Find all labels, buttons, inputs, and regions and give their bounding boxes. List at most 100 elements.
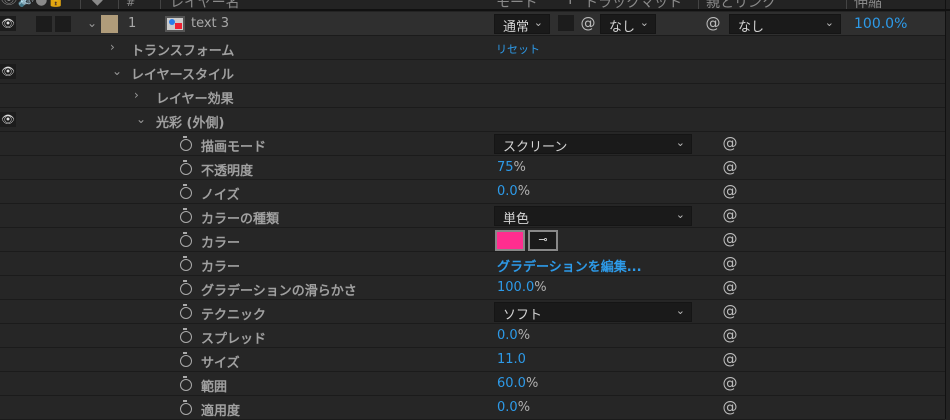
pickwhip-icon[interactable]: @ <box>722 207 738 223</box>
stopwatch-icon[interactable] <box>178 280 192 295</box>
property-value[interactable]: 11.0 <box>497 352 526 367</box>
property-dropdown[interactable]: 単色 ⌄ <box>494 206 692 227</box>
property-row: カラー グラデーションを編集... @ <box>0 252 945 276</box>
track-matte-dropdown[interactable]: なし ⌄ <box>600 14 656 35</box>
visibility-eye-icon[interactable]: 👁 <box>0 64 16 79</box>
visibility-eye-icon[interactable]: 👁 <box>0 16 16 31</box>
property-label: グラデーションの滑らかさ <box>201 284 357 299</box>
precomp-icon <box>165 16 185 32</box>
property-label: 適用度 <box>201 404 241 419</box>
property-label: 不透明度 <box>201 164 254 179</box>
av-switch-icons: 👁🔊●🔒 <box>0 0 65 8</box>
property-label: カラー <box>201 236 241 251</box>
track-matte-pickwhip-icon[interactable]: @ <box>580 15 596 31</box>
pickwhip-icon[interactable]: @ <box>722 255 738 271</box>
visibility-eye-icon[interactable]: 👁 <box>0 112 16 127</box>
property-label: 範囲 <box>201 380 228 395</box>
layer-row[interactable]: 👁 ⌄ 1 text 3 通常 ⌄ @ なし ⌄ @ なし ⌄ 100.0% <box>0 12 945 36</box>
stopwatch-icon[interactable] <box>178 184 192 199</box>
pickwhip-icon[interactable]: @ <box>722 303 738 319</box>
chevron-right-icon[interactable]: › <box>134 88 139 102</box>
property-row: カラーの種類 単色 ⌄ @ <box>0 204 945 228</box>
property-dropdown[interactable]: スクリーン ⌄ <box>494 134 692 155</box>
property-value[interactable]: 100.0% <box>497 280 547 295</box>
stopwatch-icon[interactable] <box>178 400 192 415</box>
property-row: 適用度 0.0% @ <box>0 396 945 420</box>
layer-style-row[interactable]: 👁 ⌄ レイヤースタイル <box>0 60 945 84</box>
chevron-right-icon[interactable]: › <box>110 40 115 54</box>
parent-pickwhip-icon[interactable]: @ <box>705 15 721 31</box>
pickwhip-icon[interactable]: @ <box>722 327 738 343</box>
header-number[interactable]: # <box>126 0 135 9</box>
pickwhip-icon[interactable]: @ <box>722 399 738 415</box>
chevron-down-icon[interactable]: ⌄ <box>112 64 122 78</box>
stopwatch-icon[interactable] <box>178 376 192 391</box>
property-row: スプレッド 0.0% @ <box>0 324 945 348</box>
chevron-down-icon[interactable]: ⌄ <box>136 112 146 126</box>
reset-link[interactable]: リセット <box>496 41 540 57</box>
layer-name[interactable]: text 3 <box>191 16 229 31</box>
preserve-transparency-checkbox[interactable] <box>558 15 574 31</box>
property-value[interactable]: 75% <box>497 160 526 175</box>
stopwatch-icon[interactable] <box>178 208 192 223</box>
eyedropper-icon[interactable]: ⊸ <box>528 230 558 251</box>
outer-glow-label: 光彩 (外側) <box>156 116 225 131</box>
property-label: ノイズ <box>201 188 240 203</box>
chevron-down-icon[interactable]: ⌄ <box>87 16 97 30</box>
panel-divider <box>945 0 946 419</box>
property-row: サイズ 11.0 @ <box>0 348 945 372</box>
edit-gradient-link[interactable]: グラデーションを編集... <box>497 256 642 275</box>
solo-switch[interactable] <box>36 16 52 32</box>
property-value[interactable]: 60.0% <box>497 376 538 391</box>
color-swatch[interactable] <box>495 230 525 251</box>
header-mode[interactable]: モード <box>496 0 538 9</box>
header-t[interactable]: T <box>566 0 575 8</box>
label-color-swatch[interactable] <box>101 15 118 33</box>
property-label: テクニック <box>201 308 267 323</box>
transform-label: トランスフォーム <box>131 44 235 59</box>
property-value[interactable]: 0.0% <box>497 400 530 415</box>
stopwatch-icon[interactable] <box>178 352 192 367</box>
lock-switch[interactable] <box>55 16 71 32</box>
stopwatch-icon[interactable] <box>178 304 192 319</box>
outer-glow-row[interactable]: 👁 ⌄ 光彩 (外側) <box>0 108 945 132</box>
layer-effect-row[interactable]: › レイヤー効果 <box>0 84 945 108</box>
property-row: ノイズ 0.0% @ <box>0 180 945 204</box>
property-label: 描画モード <box>201 140 267 155</box>
property-row: カラー ⊸ @ <box>0 228 945 252</box>
header-layer-name[interactable]: レイヤー名 <box>170 0 240 9</box>
property-row: 範囲 60.0% @ <box>0 372 945 396</box>
parent-dropdown[interactable]: なし ⌄ <box>729 14 841 35</box>
mode-dropdown[interactable]: 通常 ⌄ <box>494 14 550 35</box>
header-track-matte[interactable]: トラックマット <box>584 0 682 9</box>
layer-effect-label: レイヤー効果 <box>156 92 234 107</box>
stopwatch-icon[interactable] <box>178 136 192 151</box>
layer-number: 1 <box>128 16 137 31</box>
property-label: スプレッド <box>201 332 267 347</box>
pickwhip-icon[interactable]: @ <box>722 279 738 295</box>
transform-row[interactable]: › トランスフォーム リセット <box>0 36 945 60</box>
header-stretch[interactable]: 伸縮 <box>854 0 882 9</box>
layer-style-label: レイヤースタイル <box>131 68 234 83</box>
stopwatch-icon[interactable] <box>178 232 192 247</box>
stopwatch-icon[interactable] <box>178 256 192 271</box>
pickwhip-icon[interactable]: @ <box>722 375 738 391</box>
property-value[interactable]: 0.0% <box>497 328 530 343</box>
property-row: 不透明度 75% @ <box>0 156 945 180</box>
property-dropdown[interactable]: ソフト ⌄ <box>494 302 692 323</box>
pickwhip-icon[interactable]: @ <box>722 351 738 367</box>
property-row: 描画モード スクリーン ⌄ @ <box>0 132 945 156</box>
header-parent[interactable]: 親とリンク <box>706 0 776 9</box>
property-value[interactable]: 0.0% <box>497 184 530 199</box>
pickwhip-icon[interactable]: @ <box>722 183 738 199</box>
label-column-icon: ◆ <box>92 0 103 8</box>
column-header: 👁🔊●🔒 ◆ # レイヤー名 モード T トラックマット 親とリンク 伸縮 <box>0 0 950 11</box>
property-label: カラーの種類 <box>201 212 280 227</box>
pickwhip-icon[interactable]: @ <box>722 135 738 151</box>
stopwatch-icon[interactable] <box>178 160 192 175</box>
property-label: カラー <box>201 260 241 275</box>
stopwatch-icon[interactable] <box>178 328 192 343</box>
pickwhip-icon[interactable]: @ <box>722 231 738 247</box>
stretch-value[interactable]: 100.0% <box>854 16 907 32</box>
pickwhip-icon[interactable]: @ <box>722 159 738 175</box>
